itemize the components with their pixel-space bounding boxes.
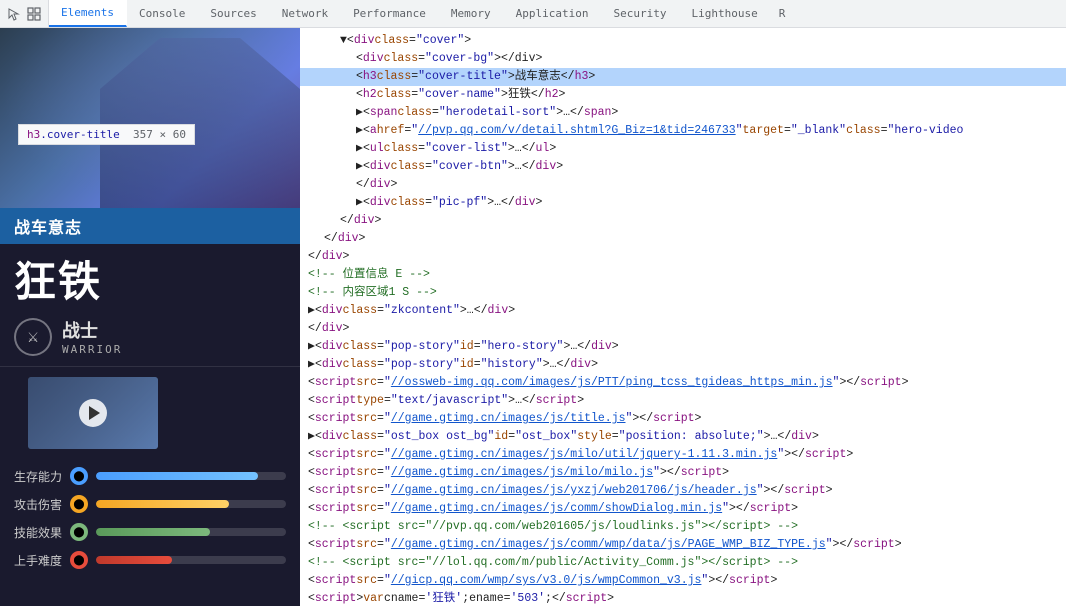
stat-bar-bg-1	[96, 500, 286, 508]
tab-application[interactable]: Application	[504, 0, 602, 27]
stat-bar-fill-1	[96, 500, 229, 508]
class-name-en: WARRIOR	[62, 343, 122, 356]
code-line[interactable]: ▼ <div class="cover">	[300, 32, 1066, 50]
hero-class-row: ⚔ 战士 WARRIOR	[0, 311, 300, 362]
code-line[interactable]: </div>	[300, 212, 1066, 230]
code-area: ▼ <div class="cover"><div class="cover-b…	[300, 32, 1066, 606]
class-info: 战士 WARRIOR	[62, 317, 122, 356]
code-line[interactable]: ▶ <div class="cover-btn">…</div>	[300, 158, 1066, 176]
inspect-icon[interactable]	[26, 6, 42, 22]
stat-bar-bg-2	[96, 528, 286, 536]
stat-icon-2: ⬤	[70, 523, 88, 541]
tab-sources[interactable]: Sources	[198, 0, 269, 27]
tab-elements[interactable]: Elements	[49, 0, 127, 27]
code-line[interactable]: ▶ <div class="pop-story" id="history">…<…	[300, 356, 1066, 374]
main-area: h3.cover-title 357 × 60 战车意志 狂铁 ⚔ 战士 WAR…	[0, 28, 1066, 606]
code-line[interactable]: <h3 class="cover-title">战车意志</h3>	[300, 68, 1066, 86]
stat-row-difficulty: 上手难度 ⬤	[14, 551, 286, 569]
stat-row-survival: 生存能力 ⬤	[14, 467, 286, 485]
code-line[interactable]: <script type="text/javascript">…</script…	[300, 392, 1066, 410]
devtools-controls	[0, 0, 49, 27]
code-line[interactable]: <script src="//game.gtimg.cn/images/js/c…	[300, 500, 1066, 518]
play-icon	[89, 406, 100, 420]
tab-more[interactable]: R	[771, 0, 794, 27]
stat-icon-0: ⬤	[70, 467, 88, 485]
stat-bar-fill-2	[96, 528, 210, 536]
stat-bar-fill-0	[96, 472, 258, 480]
devtools-tabs: Elements Console Sources Network Perform…	[49, 0, 1066, 27]
code-line[interactable]: <script src="//game.gtimg.cn/images/js/t…	[300, 410, 1066, 428]
code-line[interactable]: <script src="//game.gtimg.cn/images/js/y…	[300, 482, 1066, 500]
code-line[interactable]: <!-- <script src="//pvp.qq.com/web201605…	[300, 518, 1066, 536]
code-line[interactable]: <h2 class="cover-name">狂铁</h2>	[300, 86, 1066, 104]
element-tooltip: h3.cover-title 357 × 60	[18, 124, 195, 145]
cover-title: 战车意志	[0, 208, 300, 244]
elements-panel[interactable]: ▼ <div class="cover"><div class="cover-b…	[300, 28, 1066, 606]
code-line[interactable]: <script src="//game.gtimg.cn/images/js/c…	[300, 536, 1066, 554]
code-line[interactable]: <!-- 内容区域1 S -->	[300, 284, 1066, 302]
video-thumbnail[interactable]	[28, 377, 158, 449]
stat-bar-bg-3	[96, 556, 286, 564]
hero-name: 狂铁	[0, 244, 300, 311]
code-line[interactable]: ▶ <div class="ost_box ost_bg" id="ost_bo…	[300, 428, 1066, 446]
code-line[interactable]: </div>	[300, 176, 1066, 194]
code-line[interactable]: <!-- 位置信息 E -->	[300, 266, 1066, 284]
tab-memory[interactable]: Memory	[439, 0, 504, 27]
code-line[interactable]: ▶ <ul class="cover-list">…</ul>	[300, 140, 1066, 158]
tab-lighthouse[interactable]: Lighthouse	[680, 0, 771, 27]
stat-label-3: 上手难度	[14, 552, 62, 569]
hero-image: h3.cover-title 357 × 60	[0, 28, 300, 208]
hero-silhouette	[100, 38, 300, 208]
code-line[interactable]: ▶ <div class="pop-story" id="hero-story"…	[300, 338, 1066, 356]
tab-performance[interactable]: Performance	[341, 0, 439, 27]
hero-stats: 生存能力 ⬤ 攻击伤害 ⬤ 技能效果 ⬤ 上手	[0, 459, 300, 606]
stat-label-0: 生存能力	[14, 468, 62, 485]
stat-bar-fill-3	[96, 556, 172, 564]
cursor-icon[interactable]	[6, 6, 22, 22]
stat-icon-3: ⬤	[70, 551, 88, 569]
code-line[interactable]: <div class="cover-bg"></div>	[300, 50, 1066, 68]
code-line[interactable]: <script> var cname = '狂铁'; ename = '503'…	[300, 590, 1066, 606]
code-line[interactable]: ▶ <div class="pic-pf">…</div>	[300, 194, 1066, 212]
stat-label-2: 技能效果	[14, 524, 62, 541]
code-line[interactable]: <script src="//game.gtimg.cn/images/js/m…	[300, 446, 1066, 464]
stat-row-skill: 技能效果 ⬤	[14, 523, 286, 541]
tab-security[interactable]: Security	[602, 0, 680, 27]
class-name-zh: 战士	[62, 317, 122, 343]
code-line[interactable]: <script src="//ossweb-img.qq.com/images/…	[300, 374, 1066, 392]
code-line[interactable]: </div>	[300, 320, 1066, 338]
code-line[interactable]: ▶ <span class="herodetail-sort">…</span>	[300, 104, 1066, 122]
divider-1	[0, 366, 300, 367]
stat-icon-1: ⬤	[70, 495, 88, 513]
tab-network[interactable]: Network	[270, 0, 341, 27]
code-line[interactable]: ▶ <div class="zkcontent">…</div>	[300, 302, 1066, 320]
devtools-tab-bar: Elements Console Sources Network Perform…	[0, 0, 1066, 28]
hero-preview-panel: h3.cover-title 357 × 60 战车意志 狂铁 ⚔ 战士 WAR…	[0, 28, 300, 606]
code-line[interactable]: ▶ <a href="//pvp.qq.com/v/detail.shtml?G…	[300, 122, 1066, 140]
video-row	[0, 371, 300, 459]
code-line[interactable]: <!-- <script src="//lol.qq.com/m/public/…	[300, 554, 1066, 572]
stat-row-attack: 攻击伤害 ⬤	[14, 495, 286, 513]
stat-bar-bg-0	[96, 472, 286, 480]
code-line[interactable]: </div>	[300, 230, 1066, 248]
class-icon: ⚔	[14, 318, 52, 356]
stat-label-1: 攻击伤害	[14, 496, 62, 513]
code-line[interactable]: <script src="//game.gtimg.cn/images/js/m…	[300, 464, 1066, 482]
tab-console[interactable]: Console	[127, 0, 198, 27]
code-line[interactable]: <script src="//gicp.qq.com/wmp/sys/v3.0/…	[300, 572, 1066, 590]
code-line[interactable]: </div>	[300, 248, 1066, 266]
play-button[interactable]	[79, 399, 107, 427]
